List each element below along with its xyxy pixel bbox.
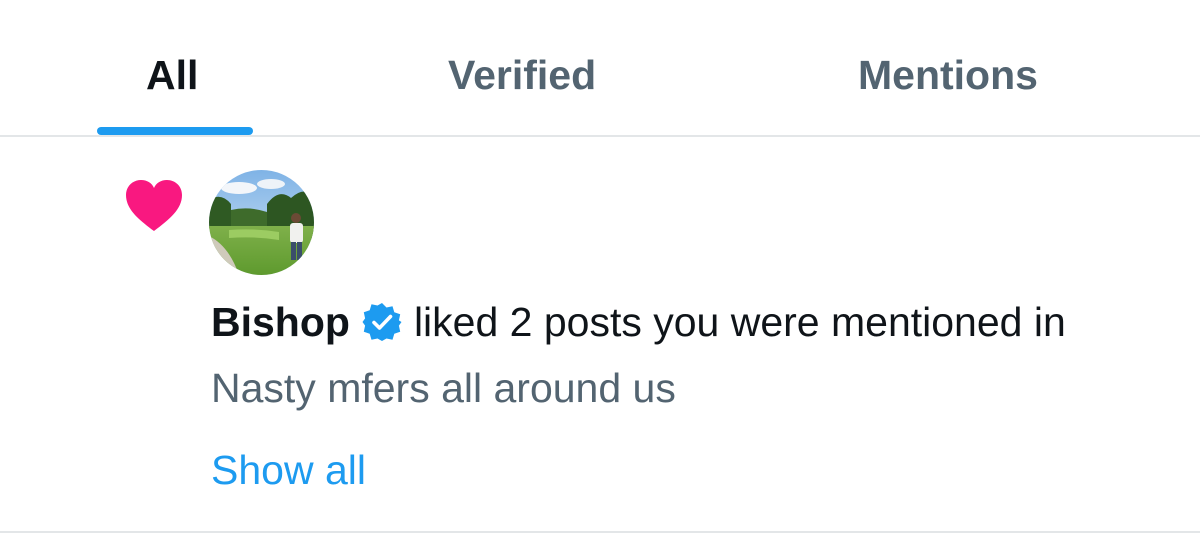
tab-all[interactable]: All [0, 0, 350, 135]
avatar-photo [209, 170, 314, 275]
notification-tabs: All Verified Mentions [0, 0, 1200, 137]
heart-icon [126, 180, 182, 231]
user-name[interactable]: Bishop [211, 297, 350, 347]
post-preview-text: Nasty mfers all around us [211, 365, 676, 411]
tab-verified-label: Verified [448, 52, 597, 98]
active-tab-indicator [97, 127, 253, 135]
tab-mentions[interactable]: Mentions [750, 0, 1200, 135]
show-all-link[interactable]: Show all [211, 445, 366, 495]
notification-item[interactable]: Bishop liked 2 posts you were mentioned … [0, 137, 1200, 533]
notification-action-text: liked 2 posts you were mentioned in [413, 299, 1066, 345]
tab-verified[interactable]: Verified [350, 0, 750, 135]
tab-all-label: All [146, 52, 199, 98]
notification-headline: Bishop liked 2 posts you were mentioned … [211, 297, 1066, 347]
avatar[interactable] [209, 170, 314, 275]
verified-badge-icon [362, 303, 402, 341]
tab-mentions-label: Mentions [858, 52, 1038, 98]
